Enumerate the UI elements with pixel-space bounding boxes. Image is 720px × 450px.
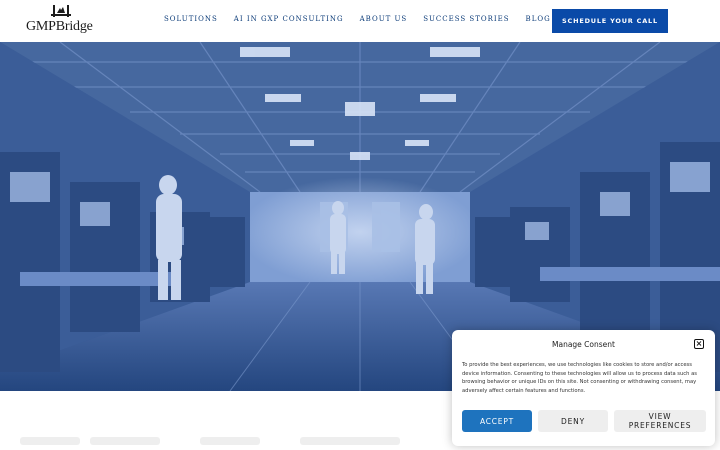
deny-button[interactable]: DENY xyxy=(538,410,608,432)
partner-logo-placeholder xyxy=(300,437,400,445)
consent-title: Manage Consent xyxy=(552,340,615,349)
site-header: GMPBridge SOLUTIONS AI IN GXP CONSULTING… xyxy=(0,0,720,42)
view-preferences-button[interactable]: VIEW PREFERENCES xyxy=(614,410,706,432)
consent-body-text: To provide the best experiences, we use … xyxy=(462,362,697,395)
logo[interactable]: GMPBridge xyxy=(26,4,98,38)
main-nav: SOLUTIONS AI IN GXP CONSULTING ABOUT US … xyxy=(164,15,576,23)
nav-item-ai-in-gxp-consulting[interactable]: AI IN GXP CONSULTING xyxy=(234,15,344,23)
accept-button[interactable]: ACCEPT xyxy=(462,410,532,432)
nav-item-solutions[interactable]: SOLUTIONS xyxy=(164,15,218,23)
nav-item-blog[interactable]: BLOG xyxy=(526,15,551,23)
partner-logo-placeholder xyxy=(200,437,260,445)
logo-text: GMPBridge xyxy=(26,19,93,34)
logo-mark-icon xyxy=(51,5,71,17)
schedule-call-button[interactable]: SCHEDULE YOUR CALL xyxy=(552,9,668,33)
nav-item-about-us[interactable]: ABOUT US xyxy=(360,15,408,23)
nav-item-success-stories[interactable]: SUCCESS STORIES xyxy=(423,15,509,23)
partner-logo-placeholder xyxy=(90,437,160,445)
consent-dialog: Manage Consent × To provide the best exp… xyxy=(452,330,715,446)
close-icon[interactable]: × xyxy=(694,339,704,349)
partner-logo-placeholder xyxy=(20,437,80,445)
